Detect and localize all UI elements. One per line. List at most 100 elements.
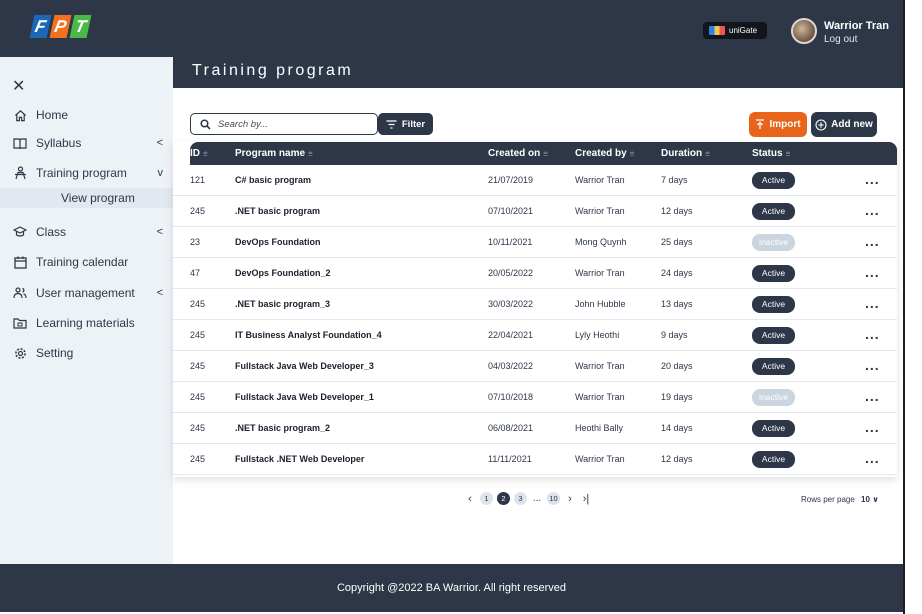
calendar-icon <box>13 255 27 269</box>
column-header-created-on[interactable]: Created on ⩧ <box>488 142 548 165</box>
table-row[interactable]: 245 IT Business Analyst Foundation_4 22/04… <box>173 320 897 351</box>
cell-created-on: 30/03/2022 <box>488 299 534 309</box>
page-2-button[interactable]: 2 <box>497 492 510 505</box>
table-row[interactable]: 121 C# basic program 21/07/2019 Warrior Tra… <box>173 165 897 196</box>
chevron-left-icon: < <box>156 287 163 299</box>
next-page-icon[interactable]: › <box>564 493 576 505</box>
table-row[interactable]: 47 DevOps Foundation_2 20/05/2022 Warrior T… <box>173 258 897 289</box>
status-badge: Active <box>752 420 795 437</box>
page-1-button[interactable]: 1 <box>480 492 493 505</box>
graduation-cap-icon <box>13 225 27 239</box>
cell-duration: 14 days <box>661 423 693 433</box>
sidebar-item-label: Training calendar <box>36 255 129 269</box>
column-header-created-by[interactable]: Created by ⩧ <box>575 142 634 165</box>
scroll-gutter <box>907 0 922 614</box>
cell-program-name: IT Business Analyst Foundation_4 <box>235 330 382 340</box>
chevron-down-icon: ∨ <box>872 495 879 504</box>
cell-duration: 19 days <box>661 392 693 402</box>
avatar[interactable] <box>791 18 817 44</box>
cell-program-name: DevOps Foundation_2 <box>235 268 331 278</box>
footer: Copyright @2022 BA Warrior. All right re… <box>0 564 903 612</box>
sidebar: ✕ Home Syllabus < Training program v Vie… <box>0 57 173 564</box>
sidebar-item-setting[interactable]: Setting <box>0 342 173 364</box>
cell-program-name: .NET basic program_2 <box>235 423 331 433</box>
cell-created-by: Warrior Tran <box>575 454 625 464</box>
cell-created-on: 21/07/2019 <box>488 175 534 185</box>
table-row[interactable]: 245 .NET basic program_2 06/08/2021 Heothi … <box>173 413 897 444</box>
cell-created-by: Warrior Tran <box>575 175 625 185</box>
table-row[interactable]: 245 Fullstack .NET Web Developer 11/11/202… <box>173 444 897 475</box>
filter-button[interactable]: Filter <box>378 113 433 135</box>
sort-icon: ⩧ <box>629 149 635 158</box>
gear-icon <box>13 346 27 360</box>
status-badge: Active <box>752 172 795 189</box>
cell-created-on: 07/10/2021 <box>488 206 534 216</box>
more-options-icon[interactable]: ... <box>865 289 880 320</box>
more-options-icon[interactable]: ... <box>865 413 880 444</box>
more-options-icon[interactable]: ... <box>865 165 880 196</box>
page-title-bar: Training program <box>173 57 903 88</box>
table-row[interactable]: 245 .NET basic program_3 30/03/2022 John Hu… <box>173 289 897 320</box>
last-page-icon[interactable]: ›| <box>580 493 592 505</box>
status-badge: Inactive <box>752 389 795 406</box>
more-options-icon[interactable]: ... <box>865 382 880 413</box>
sidebar-item-home[interactable]: Home <box>0 104 173 126</box>
cell-created-on: 22/04/2021 <box>488 330 534 340</box>
search-box[interactable] <box>190 113 378 135</box>
rows-per-page-select[interactable]: 10 ∨ <box>861 495 879 504</box>
cell-program-name: C# basic program <box>235 175 312 185</box>
cell-created-by: Warrior Tran <box>575 206 625 216</box>
more-options-icon[interactable]: ... <box>865 196 880 227</box>
more-options-icon[interactable]: ... <box>865 444 880 475</box>
prev-page-icon[interactable]: ‹ <box>464 493 476 505</box>
cell-id: 245 <box>190 330 206 340</box>
search-input[interactable] <box>218 118 358 130</box>
status-badge: Active <box>752 265 795 282</box>
cell-id: 245 <box>190 299 206 309</box>
column-header-label: Created on <box>488 148 541 159</box>
sidebar-item-label: Learning materials <box>36 316 135 330</box>
table-row[interactable]: 23 DevOps Foundation 10/11/2021 Mong Quynh 2… <box>173 227 897 258</box>
close-sidebar-icon[interactable]: ✕ <box>12 79 26 95</box>
column-header-program-name[interactable]: Program name ⩧ <box>235 142 313 165</box>
more-options-icon[interactable]: ... <box>865 258 880 289</box>
fpt-logo[interactable]: F P T <box>29 15 92 38</box>
sidebar-item-class[interactable]: Class < <box>0 221 173 243</box>
upload-icon <box>756 119 765 129</box>
more-options-icon[interactable]: ... <box>865 351 880 382</box>
more-options-icon[interactable]: ... <box>865 320 880 351</box>
chevron-down-icon: v <box>157 167 164 179</box>
sidebar-item-label: Training program <box>36 166 127 180</box>
add-new-label: Add new <box>831 119 873 130</box>
status-badge: Active <box>752 203 795 220</box>
sidebar-item-training-calendar[interactable]: Training calendar <box>0 251 173 273</box>
logo-letter-p: P <box>49 15 72 38</box>
column-header-id[interactable]: ID ⩧ <box>190 142 208 165</box>
more-options-icon[interactable]: ... <box>865 227 880 258</box>
logout-link[interactable]: Log out <box>824 34 857 45</box>
table-row[interactable]: 245 Fullstack Java Web Developer_1 07/10/2… <box>173 382 897 413</box>
page-last-button[interactable]: 10 <box>547 492 560 505</box>
column-header-status[interactable]: Status ⩧ <box>752 142 790 165</box>
sidebar-subitem-view-program[interactable]: View program <box>0 188 173 208</box>
column-header-duration[interactable]: Duration ⩧ <box>661 142 710 165</box>
sidebar-item-syllabus[interactable]: Syllabus < <box>0 132 173 154</box>
page-3-button[interactable]: 3 <box>514 492 527 505</box>
import-label: Import <box>769 119 801 130</box>
sort-icon: ⩧ <box>203 149 208 158</box>
sidebar-item-learning-materials[interactable]: Learning materials <box>0 312 173 334</box>
sidebar-item-label: Setting <box>36 346 74 360</box>
cell-duration: 12 days <box>661 206 693 216</box>
status-badge: Active <box>752 451 795 468</box>
table-row[interactable]: 245 .NET basic program 07/10/2021 Warrior T… <box>173 196 897 227</box>
import-button[interactable]: Import <box>749 112 807 137</box>
sidebar-item-user-management[interactable]: User management < <box>0 282 173 304</box>
sidebar-item-training-program[interactable]: Training program v <box>0 162 173 184</box>
sort-icon: ⩧ <box>308 149 313 158</box>
table-row[interactable]: 245 Fullstack Java Web Developer_3 04/03/2… <box>173 351 897 382</box>
cell-program-name: DevOps Foundation <box>235 237 321 247</box>
search-icon <box>200 118 211 130</box>
add-new-button[interactable]: Add new <box>811 112 877 137</box>
cell-duration: 20 days <box>661 361 693 371</box>
unigate-badge[interactable]: uniGate <box>703 22 767 39</box>
